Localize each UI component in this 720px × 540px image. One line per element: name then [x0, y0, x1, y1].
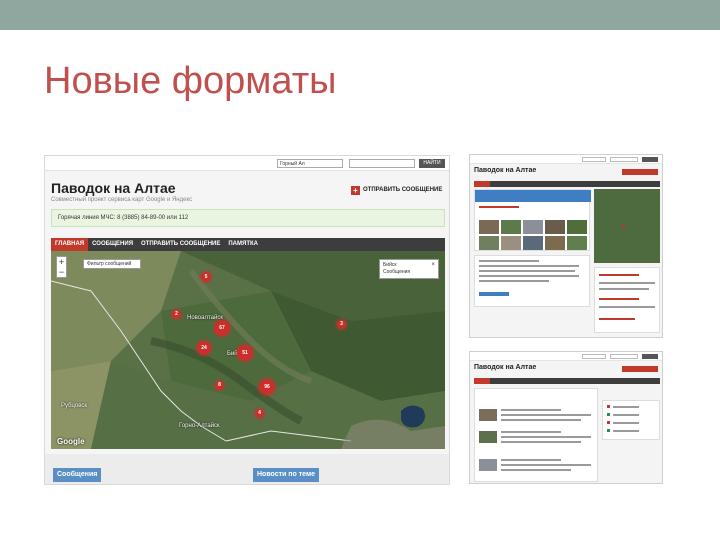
- map-marker[interactable]: 8: [215, 381, 224, 390]
- search-input[interactable]: [349, 159, 415, 168]
- map-marker[interactable]: 3: [337, 320, 346, 329]
- map-label: Горно-Алтайск: [179, 423, 220, 429]
- tab-main[interactable]: ГЛАВНАЯ: [51, 238, 89, 251]
- thumb-side-panel: [594, 267, 660, 333]
- popup-line1: Бийск: [383, 262, 397, 268]
- send-message-button[interactable]: + ОТПРАВИТЬ СООБЩЕНИЕ: [351, 184, 442, 196]
- google-logo: Google: [57, 437, 85, 446]
- messages-button[interactable]: Сообщения: [53, 468, 102, 482]
- hotline-banner: Горячая линия МЧС: 8 (3885) 84-89-00 или…: [51, 209, 445, 227]
- thumb-text-panel: [474, 255, 590, 307]
- bottom-panel: Сообщения Новости по теме: [45, 454, 449, 484]
- map-marker[interactable]: 51: [237, 345, 253, 361]
- map-marker[interactable]: 2: [172, 310, 181, 319]
- page-subtitle: Совместный проект сервиса карт Google и …: [51, 197, 193, 203]
- satellite-map[interactable]: + − Фильтр сообщений Бийск Сообщения × Н…: [51, 251, 445, 449]
- thumb-top-strip: [470, 352, 662, 361]
- zoom-control[interactable]: + −: [56, 256, 67, 278]
- find-button[interactable]: НАЙТИ: [419, 159, 445, 168]
- top-strip: Горный Ал НАЙТИ: [45, 156, 449, 171]
- thumb-category-list: [602, 400, 660, 440]
- tab-messages[interactable]: СООБЩЕНИЯ: [88, 238, 137, 251]
- main-screenshot: Горный Ал НАЙТИ Паводок на Алтае Совмест…: [44, 155, 450, 485]
- thumb-messages-list: [474, 388, 598, 482]
- map-marker[interactable]: 24: [197, 341, 211, 355]
- thumb-nav: [474, 378, 660, 384]
- close-icon[interactable]: ×: [431, 262, 435, 269]
- map-label: Рубцовск: [61, 403, 87, 409]
- region-select[interactable]: Горный Ал: [277, 159, 343, 168]
- map-marker[interactable]: 67: [214, 320, 230, 336]
- send-message-label: ОТПРАВИТЬ СООБЩЕНИЕ: [363, 187, 443, 193]
- thumbnail-screenshot-1: Паводок на Алтае: [469, 154, 663, 338]
- plus-icon: +: [351, 185, 360, 195]
- news-button[interactable]: Новости по теме: [253, 468, 320, 482]
- map-marker[interactable]: 5: [201, 272, 211, 282]
- thumb-send-button: [622, 169, 658, 175]
- thumbnail-screenshot-2: Паводок на Алтае: [469, 351, 663, 484]
- thumb-top-strip: [470, 155, 662, 164]
- map-marker[interactable]: 96: [259, 379, 275, 395]
- thumb-map: [594, 189, 660, 263]
- popup-line2: Сообщения: [383, 269, 411, 275]
- slide-top-bar: [0, 0, 720, 30]
- thumb-send-button: [622, 366, 658, 372]
- thumb-nav: [474, 181, 660, 187]
- page-title: Паводок на Алтае: [51, 180, 176, 196]
- tab-send-message[interactable]: ОТПРАВИТЬ СООБЩЕНИЕ: [137, 238, 224, 251]
- zoom-out-button[interactable]: −: [57, 267, 66, 277]
- thumb-title: Паводок на Алтае: [474, 364, 537, 371]
- thumb-photo-panel: [474, 189, 591, 251]
- slide-title: Новые форматы: [44, 60, 337, 102]
- map-marker[interactable]: 4: [255, 409, 264, 418]
- tab-memo[interactable]: ПАМЯТКА: [224, 238, 262, 251]
- zoom-in-button[interactable]: +: [57, 257, 66, 267]
- main-nav: ГЛАВНАЯ СООБЩЕНИЯ ОТПРАВИТЬ СООБЩЕНИЕ ПА…: [51, 238, 445, 251]
- thumb-title: Паводок на Алтае: [474, 167, 537, 174]
- map-filter-input[interactable]: Фильтр сообщений: [83, 259, 141, 269]
- map-info-popup[interactable]: Бийск Сообщения ×: [379, 259, 439, 279]
